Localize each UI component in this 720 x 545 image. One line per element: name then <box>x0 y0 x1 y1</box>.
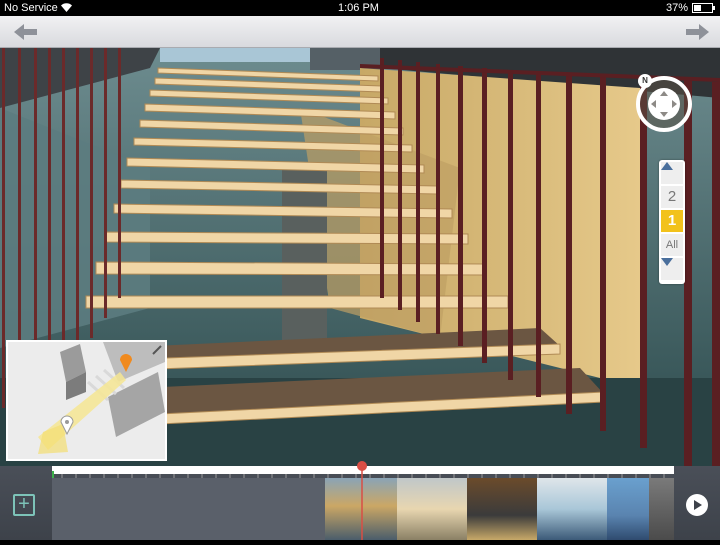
thumbnail-frame[interactable] <box>467 478 537 540</box>
pan-compass-control[interactable]: N <box>636 74 692 132</box>
thumbnail-frame[interactable] <box>607 478 649 540</box>
plus-icon: + <box>18 493 30 515</box>
back-button[interactable] <box>13 23 39 41</box>
floor-selector: 2 1 All <box>659 160 685 284</box>
thumbnail-frame[interactable] <box>649 478 674 540</box>
thumbnail-frame[interactable] <box>397 478 467 540</box>
clock: 1:06 PM <box>338 2 379 14</box>
battery-icon <box>692 3 716 16</box>
pan-arrows-icon <box>648 88 680 120</box>
floor-plan-map <box>8 342 165 459</box>
playhead[interactable] <box>356 460 368 540</box>
north-indicator: N <box>638 74 652 88</box>
play-icon <box>686 500 708 520</box>
floor-up-button[interactable] <box>661 162 683 184</box>
add-button[interactable]: + <box>13 494 35 516</box>
battery-percent: 37% <box>666 2 689 14</box>
wifi-icon <box>60 1 73 16</box>
thumbnail-frame[interactable] <box>537 478 607 540</box>
play-button[interactable] <box>686 494 708 516</box>
navigation-bar <box>0 16 720 48</box>
floor-1-button[interactable]: 1 <box>661 210 683 232</box>
arrow-right-icon <box>684 24 710 45</box>
minimap[interactable] <box>6 340 167 461</box>
carrier-label: No Service <box>4 2 58 14</box>
floor-down-button[interactable] <box>661 258 683 280</box>
status-bar: No Service 1:06 PM 37% <box>0 0 720 16</box>
arrow-left-icon <box>13 24 39 45</box>
forward-button[interactable] <box>684 23 710 41</box>
floor-all-button[interactable]: All <box>661 234 683 256</box>
floor-2-button[interactable]: 2 <box>661 186 683 208</box>
